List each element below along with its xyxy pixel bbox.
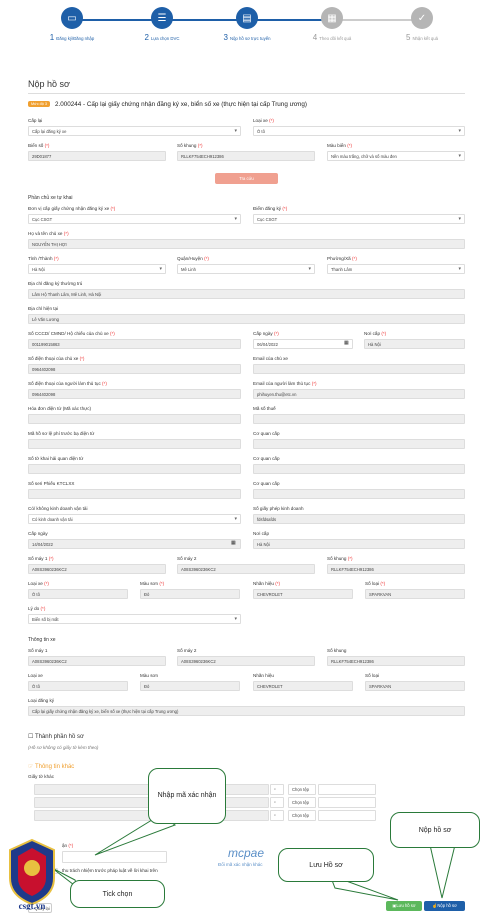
callout-captcha: Nhập mã xác nhận xyxy=(148,768,226,824)
callout-tick: Tick chọn xyxy=(70,880,165,908)
callout-save: Lưu Hồ sơ xyxy=(278,848,374,882)
watermark-text: csgt.vn xyxy=(19,901,46,910)
callout-submit: Nộp hồ sơ xyxy=(390,812,480,848)
arrow-submit xyxy=(429,844,456,899)
callout-arrows xyxy=(51,814,456,901)
csgt-logo: csgt.vn xyxy=(9,838,55,910)
